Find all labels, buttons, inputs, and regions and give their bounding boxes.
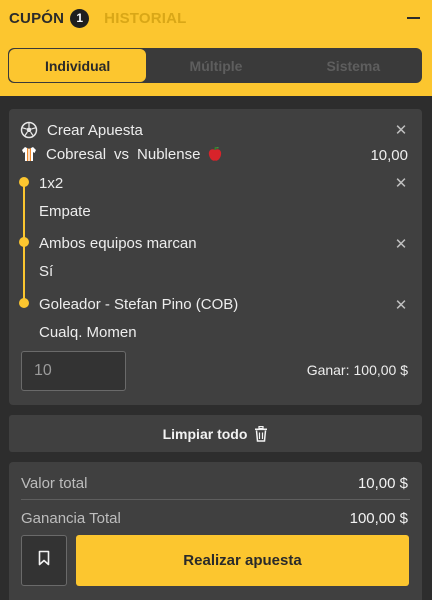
selection-pick: Cualq. Momen <box>39 324 137 341</box>
place-bet-button[interactable]: Realizar apuesta <box>76 535 409 586</box>
cupon-count-badge: 1 <box>70 8 90 28</box>
bookmark-icon <box>38 550 50 571</box>
win-value: 100,00 $ <box>353 362 409 378</box>
timeline-dot <box>19 177 29 187</box>
selection-market: Ambos equipos marcan <box>39 235 197 252</box>
selection-market: Goleador - Stefan Pino (COB) <box>39 296 239 313</box>
close-icon[interactable]: ✕ <box>394 237 408 252</box>
total-value: 10,00 $ <box>357 475 408 492</box>
close-icon[interactable]: ✕ <box>394 123 408 138</box>
gain-value: 100,00 $ <box>349 510 408 527</box>
selection-market: 1x2 <box>39 175 64 192</box>
gain-label: Ganancia Total <box>21 510 121 527</box>
bet-type-individual[interactable]: Individual <box>9 49 147 82</box>
clear-all-label: Limpiar todo <box>162 425 248 442</box>
bookmark-button[interactable] <box>21 535 67 586</box>
clear-all-button[interactable]: Limpiar todo <box>9 415 422 452</box>
summary-divider <box>21 499 410 500</box>
total-label: Valor total <box>21 475 88 492</box>
bet-card: Crear Apuesta ✕ Cobresal vs Nublense 10,… <box>9 109 422 405</box>
vs-label: vs <box>114 145 130 163</box>
win-row: Ganar: 100,00 $ <box>307 362 408 378</box>
bet-title: Crear Apuesta <box>47 121 143 139</box>
home-team: Cobresal <box>46 145 107 163</box>
close-icon[interactable]: ✕ <box>394 298 408 313</box>
selection-pick: Sí <box>39 263 54 280</box>
timeline-dot <box>19 298 29 308</box>
away-team: Nublense <box>137 145 201 163</box>
close-icon[interactable]: ✕ <box>394 176 408 191</box>
selection-pick: Empate <box>39 203 91 220</box>
tab-cupon[interactable]: CUPÓN <box>9 10 64 27</box>
jersey-icon <box>20 145 38 163</box>
apple-icon <box>206 145 224 163</box>
coupon-tabs: CUPÓN 1 HISTORIAL <box>9 7 187 29</box>
minus-icon[interactable] <box>405 8 421 28</box>
bet-type-system[interactable]: Sistema <box>285 48 422 83</box>
stake-input[interactable] <box>21 351 126 391</box>
match-row: Cobresal vs Nublense <box>20 145 224 163</box>
win-label: Ganar: <box>306 362 350 378</box>
bet-type-multiple[interactable]: Múltiple <box>147 48 284 83</box>
bet-summary: Valor total 10,00 $ Ganancia Total 100,0… <box>9 462 422 600</box>
tab-historial[interactable]: HISTORIAL <box>104 10 186 27</box>
trash-icon <box>254 425 268 442</box>
bet-type-selector: Individual Múltiple Sistema <box>8 48 422 83</box>
match-odds: 10,00 <box>370 147 408 164</box>
bet-title-row: Crear Apuesta <box>20 121 143 139</box>
soccer-ball-icon <box>20 121 38 139</box>
timeline-dot <box>19 237 29 247</box>
coupon-header: CUPÓN 1 HISTORIAL Individual Múltiple Si… <box>0 0 432 96</box>
